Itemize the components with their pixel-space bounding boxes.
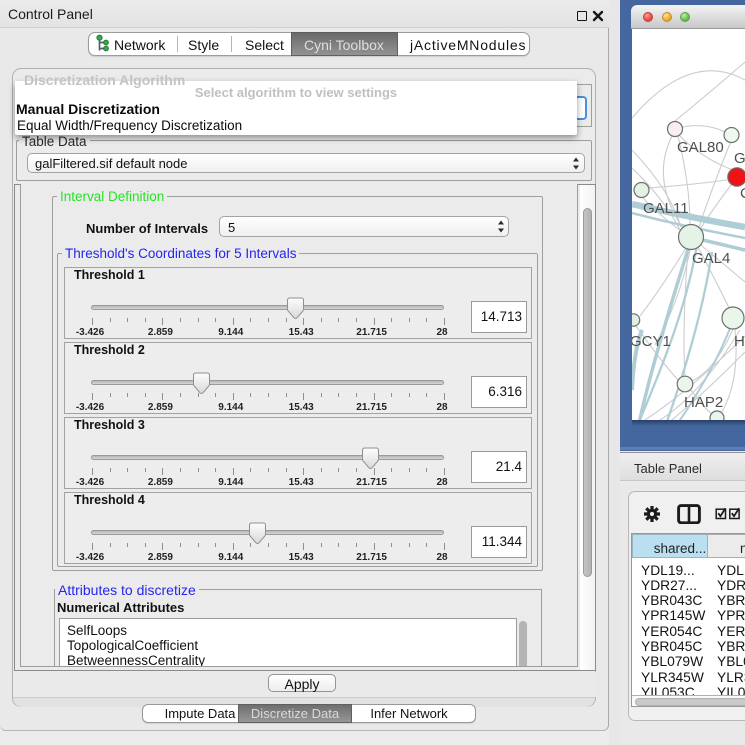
svg-text:GA: GA — [734, 150, 745, 167]
svg-text:GAL4: GAL4 — [692, 250, 730, 267]
svg-text:GCY1: GCY1 — [632, 333, 671, 350]
svg-text:HI: HI — [734, 333, 745, 350]
svg-text:GAL80: GAL80 — [677, 139, 724, 156]
svg-text:HAP2: HAP2 — [684, 394, 723, 411]
svg-text:GAL11: GAL11 — [643, 200, 689, 217]
svg-text:C: C — [740, 185, 745, 202]
